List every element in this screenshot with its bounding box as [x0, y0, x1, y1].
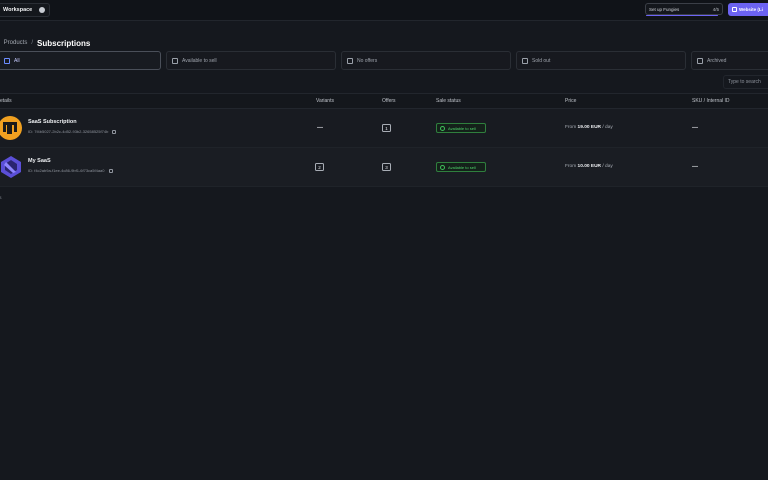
status-text: Available to sell — [448, 125, 476, 131]
variants-count[interactable]: 2 — [315, 163, 324, 171]
filter-tab-no-offers[interactable]: No offers — [341, 51, 511, 70]
search-input[interactable] — [728, 79, 768, 85]
filter-tabs: All Available to sell No offers Sold out… — [0, 51, 768, 70]
filter-label: Available to sell — [182, 57, 217, 64]
box-icon — [172, 57, 178, 64]
col-sale-status[interactable]: Sale status — [436, 98, 461, 104]
price-value: From 19.00 EUR / day — [565, 125, 613, 130]
filter-label: Archived — [707, 57, 727, 64]
product-id: ID: f4c2ab9a-f1ee-4c86-9bf1-6f73ca5f4aa0 — [28, 168, 113, 173]
archive-icon — [697, 57, 703, 64]
price-prefix: From — [565, 125, 577, 130]
filter-tab-all[interactable]: All — [0, 51, 161, 70]
product-avatar — [0, 116, 22, 140]
globe-icon — [732, 7, 737, 12]
search-field[interactable] — [723, 75, 768, 89]
website-button-label: Website (Li — [739, 7, 763, 12]
product-avatar — [1, 156, 21, 178]
price-suffix: / day — [602, 164, 613, 169]
filter-tab-available[interactable]: Available to sell — [166, 51, 336, 70]
col-variants[interactable]: Variants — [316, 98, 334, 104]
offers-count[interactable]: 3 — [382, 163, 391, 171]
price-suffix: / day — [602, 125, 613, 130]
available-icon — [440, 125, 445, 131]
breadcrumb: / Products / Subscriptions — [0, 37, 91, 49]
price-amount: 10.00 EUR — [577, 164, 602, 169]
product-name[interactable]: My SaaS — [28, 158, 51, 164]
filter-label: Sold out — [532, 57, 551, 64]
price-amount: 19.00 EUR — [577, 125, 602, 130]
setup-label: Set up Fungies — [649, 6, 680, 12]
price-prefix: From — [565, 164, 577, 169]
box-icon — [4, 57, 10, 64]
table-row[interactable]: My SaaS ID: f4c2ab9a-f1ee-4c86-9bf1-6f73… — [0, 148, 768, 187]
col-details[interactable]: etails — [0, 98, 12, 104]
copy-icon[interactable] — [112, 129, 117, 134]
price-value: From 10.00 EUR / day — [565, 164, 613, 169]
setup-progress-button[interactable]: Set up Fungies 4/5 — [645, 3, 723, 16]
status-text: Available to sell — [448, 164, 476, 170]
col-offers[interactable]: Offers — [382, 98, 396, 104]
table-header: etails Variants Offers Sale status Price… — [0, 93, 768, 109]
sku-value: — — [692, 125, 698, 131]
results-count: ts — [0, 195, 2, 200]
offers-count[interactable]: 1 — [382, 124, 391, 132]
variants-value: — — [317, 125, 323, 131]
status-badge: Available to sell — [436, 123, 486, 133]
box-icon — [522, 57, 528, 64]
col-sku[interactable]: SKU / Internal ID — [692, 98, 730, 104]
product-name[interactable]: SaaS Subscription — [28, 119, 77, 125]
workspace-selector[interactable]: Workspace — [0, 3, 50, 17]
page-title: Subscriptions — [37, 38, 91, 48]
setup-progress-bar — [646, 14, 718, 16]
col-price[interactable]: Price — [565, 98, 576, 104]
filter-tab-sold-out[interactable]: Sold out — [516, 51, 686, 70]
filter-label: All — [14, 57, 20, 64]
product-id: ID: 7f4b5027-2b2c-4d52-93b2-32658525f74b — [28, 129, 117, 134]
workspace-gear-icon — [39, 7, 45, 13]
breadcrumb-products-link[interactable]: Products — [4, 40, 28, 46]
status-badge: Available to sell — [436, 162, 486, 172]
top-bar: Workspace Set up Fungies 4/5 Website (Li — [0, 0, 768, 21]
website-button[interactable]: Website (Li — [728, 3, 768, 16]
workspace-label: Workspace — [3, 7, 33, 13]
setup-count: 4/5 — [712, 6, 719, 12]
available-icon — [440, 164, 445, 170]
filter-tab-archived[interactable]: Archived — [691, 51, 768, 70]
table-row[interactable]: SaaS Subscription ID: 7f4b5027-2b2c-4d52… — [0, 109, 768, 148]
product-id-text: ID: f4c2ab9a-f1ee-4c86-9bf1-6f73ca5f4aa0 — [28, 168, 105, 173]
filter-label: No offers — [357, 57, 378, 64]
box-icon — [347, 57, 353, 64]
product-id-text: ID: 7f4b5027-2b2c-4d52-93b2-32658525f74b — [28, 129, 109, 134]
breadcrumb-separator: / — [31, 40, 34, 46]
copy-icon[interactable] — [108, 168, 113, 173]
sku-value: — — [692, 164, 698, 170]
